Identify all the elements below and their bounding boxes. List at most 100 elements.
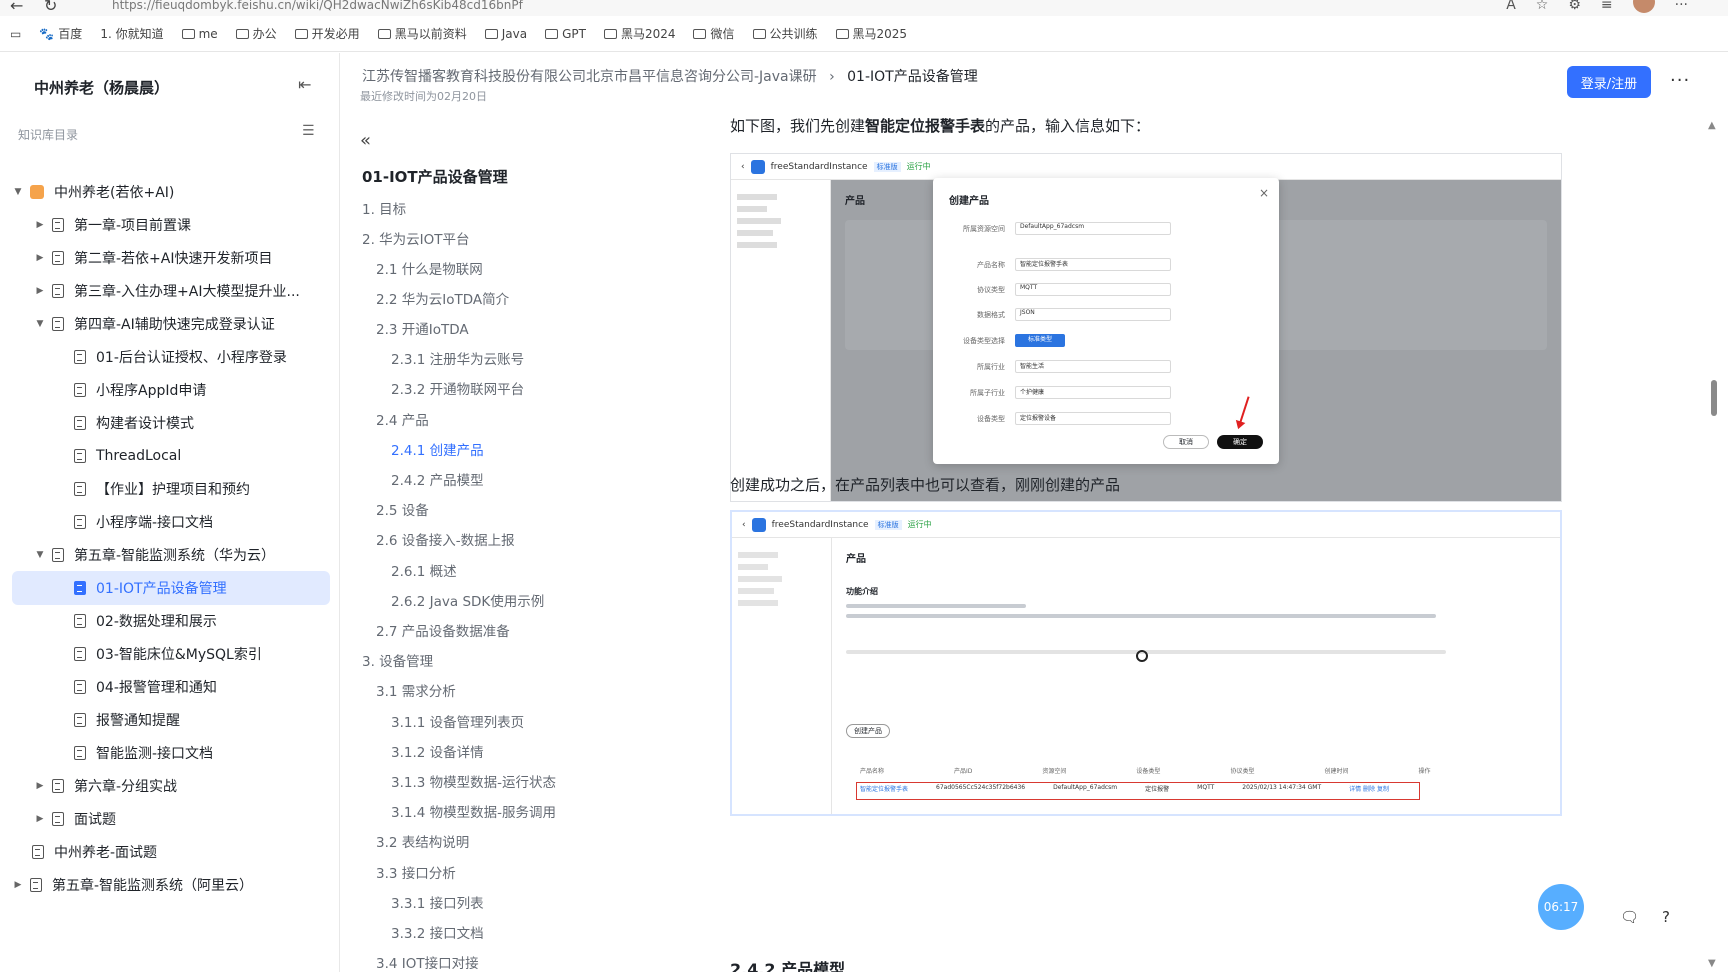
bookmark-folder[interactable]: 公共训练 xyxy=(752,25,818,42)
help-icon[interactable]: ? xyxy=(1662,908,1670,926)
bookmark-baidu[interactable]: 🐾 百度 xyxy=(39,25,82,42)
toc-item[interactable]: 2.5 设备 xyxy=(376,499,429,519)
tree-item[interactable]: ▶ 第二章-若依+AI快速开发新项目 xyxy=(12,241,330,275)
caret-right-icon[interactable]: ▶ xyxy=(34,814,46,824)
comment-icon[interactable]: 🗨 xyxy=(1620,908,1639,926)
tree-item[interactable]: ▶ 第五章-智能监测系统（阿里云） xyxy=(12,868,330,902)
tree-item[interactable]: 中州养老-面试题 xyxy=(12,835,330,869)
url-text[interactable]: https://fieuqdombyk.feishu.cn/wiki/QH2dw… xyxy=(112,0,523,12)
toc-item[interactable]: 2. 华为云IOT平台 xyxy=(362,228,470,248)
tree-item[interactable]: ThreadLocal xyxy=(12,439,330,473)
collapse-toc-icon[interactable]: « xyxy=(360,130,371,151)
folder-icon xyxy=(603,28,617,39)
caret-right-icon[interactable]: ▶ xyxy=(34,253,46,263)
tree-item[interactable]: 01-后台认证授权、小程序登录 xyxy=(12,340,330,374)
wiki-sidebar: 中州养老（杨晨晨） ⇤ 知识库目录 ☰ ▼ 中州养老(若依+AI) ▶ 第一章-项目… xyxy=(0,53,340,972)
favorites-bar-icon[interactable]: ≡ xyxy=(1601,0,1613,13)
back-icon[interactable]: ← xyxy=(10,0,23,15)
toc-item[interactable]: 3.3.2 接口文档 xyxy=(391,922,484,942)
bookmark-folder[interactable]: GPT xyxy=(545,27,586,41)
tree-item[interactable]: 【作业】护理项目和预约 xyxy=(12,472,330,506)
toc-item[interactable]: 3.2 表结构说明 xyxy=(376,831,469,851)
toc-item[interactable]: 2.3 开通IoTDA xyxy=(376,318,469,338)
tree-item[interactable]: 04-报警管理和通知 xyxy=(12,670,330,704)
tree-item[interactable]: ▶ 第三章-入住办理+AI大模型提升业... xyxy=(12,274,330,308)
folder-icon xyxy=(693,28,707,39)
caret-right-icon[interactable]: ▶ xyxy=(34,781,46,791)
collapse-sidebar-icon[interactable]: ⇤ xyxy=(298,75,311,94)
toc-item[interactable]: 2.7 产品设备数据准备 xyxy=(376,620,510,640)
caret-right-icon[interactable]: ▶ xyxy=(34,286,46,296)
bookmark-folder[interactable]: 办公 xyxy=(235,25,277,42)
tree-item[interactable]: ▼ 第五章-智能监测系统（华为云） xyxy=(12,538,330,572)
tree-item[interactable]: ▼ 第四章-AI辅助快速完成登录认证 xyxy=(12,307,330,341)
toc-item[interactable]: 3.4 IOT接口对接 xyxy=(376,952,479,972)
reload-icon[interactable]: ↻ xyxy=(44,0,57,15)
breadcrumb-parent[interactable]: 江苏传智播客教育科技股份有限公司北京市昌平信息咨询分公司-Java课研 xyxy=(362,69,817,85)
scroll-down-icon[interactable]: ▼ xyxy=(1708,958,1716,969)
product-list-screenshot[interactable]: ‹ freeStandardInstance 标准版 运行中 产品 功能介绍 创… xyxy=(730,510,1562,816)
bookmark-folder[interactable]: 微信 xyxy=(693,25,735,42)
tree-item[interactable]: 小程序AppId申请 xyxy=(12,373,330,407)
toc-item[interactable]: 3.1.2 设备详情 xyxy=(391,741,484,761)
bookmark-folder[interactable]: Java xyxy=(484,27,527,41)
toc-item[interactable]: 2.3.2 开通物联网平台 xyxy=(391,378,524,398)
toc-title[interactable]: 01-IOT产品设备管理 xyxy=(362,166,508,187)
toc-item-active[interactable]: 2.4.1 创建产品 xyxy=(391,439,484,459)
tree-item[interactable]: 小程序端-接口文档 xyxy=(12,505,330,539)
bookmark-folder[interactable]: me xyxy=(181,27,218,41)
toc-item[interactable]: 2.1 什么是物联网 xyxy=(376,258,483,278)
caret-right-icon[interactable]: ▶ xyxy=(34,220,46,230)
extensions-icon[interactable]: ⚙ xyxy=(1568,0,1581,13)
profile-avatar[interactable] xyxy=(1632,0,1655,13)
caret-down-icon[interactable]: ▼ xyxy=(34,319,46,329)
toc-item[interactable]: 2.4.2 产品模型 xyxy=(391,469,484,489)
caret-right-icon[interactable]: ▶ xyxy=(12,880,24,890)
space-title[interactable]: 中州养老（杨晨晨） xyxy=(34,77,169,98)
tab-actions-icon[interactable]: ▭ xyxy=(10,27,21,41)
tree-item[interactable]: 02-数据处理和展示 xyxy=(12,604,330,638)
tree-item[interactable]: ▶ 面试题 xyxy=(12,802,330,836)
toc-item[interactable]: 1. 目标 xyxy=(362,198,406,218)
caret-down-icon[interactable]: ▼ xyxy=(34,550,46,560)
tree-item[interactable]: ▶ 第一章-项目前置课 xyxy=(12,208,330,242)
list-view-icon[interactable]: ☰ xyxy=(302,123,315,139)
dialog-confirm-button: 确定 xyxy=(1217,435,1263,449)
tree-item[interactable]: 03-智能床位&MySQL索引 xyxy=(12,637,330,671)
toc-item[interactable]: 2.6.1 概述 xyxy=(391,560,457,580)
tree-item[interactable]: ▼ 中州养老(若依+AI) xyxy=(12,175,330,209)
bookmark-link[interactable]: 1. 你就知道 xyxy=(100,25,163,42)
toc-item[interactable]: 3.3.1 接口列表 xyxy=(391,892,484,912)
toc-item[interactable]: 2.6.2 Java SDK使用示例 xyxy=(391,590,544,610)
more-options-button[interactable]: ··· xyxy=(1670,70,1690,91)
login-register-button[interactable]: 登录/注册 xyxy=(1567,66,1651,98)
tree-item[interactable]: 报警通知提醒 xyxy=(12,703,330,737)
toc-item[interactable]: 3.1.1 设备管理列表页 xyxy=(391,711,524,731)
tree-item[interactable]: 构建者设计模式 xyxy=(12,406,330,440)
caret-down-icon[interactable]: ▼ xyxy=(12,187,24,197)
tree-item[interactable]: ▶ 第六章-分组实战 xyxy=(12,769,330,803)
toc-item[interactable]: 3.1 需求分析 xyxy=(376,680,456,700)
read-aloud-icon[interactable]: A xyxy=(1506,0,1516,13)
tree-item-current[interactable]: 01-IOT产品设备管理 xyxy=(12,571,330,605)
toc-item[interactable]: 2.6 设备接入-数据上报 xyxy=(376,529,515,549)
toc-item[interactable]: 3.1.3 物模型数据-运行状态 xyxy=(391,771,556,791)
favorite-icon[interactable]: ☆ xyxy=(1536,0,1549,13)
bookmark-folder[interactable]: 开发必用 xyxy=(294,25,360,42)
create-product-screenshot[interactable]: ‹ freeStandardInstance 标准版 运行中 产品 创建产品 ×… xyxy=(730,153,1562,502)
doc-icon xyxy=(52,284,64,298)
bookmark-folder[interactable]: 黑马2024 xyxy=(603,25,675,42)
scrollbar-thumb[interactable] xyxy=(1711,380,1717,416)
bookmark-folder[interactable]: 黑马以前资料 xyxy=(377,25,467,42)
toc-item[interactable]: 2.2 华为云IoTDA简介 xyxy=(376,288,509,308)
bookmark-folder[interactable]: 黑马2025 xyxy=(835,25,907,42)
tree-item[interactable]: 智能监测-接口文档 xyxy=(12,736,330,770)
toc-item[interactable]: 2.3.1 注册华为云账号 xyxy=(391,348,524,368)
browser-menu-icon[interactable]: ··· xyxy=(1675,0,1688,13)
timer-badge[interactable]: 06:17 xyxy=(1538,884,1584,930)
toc-item[interactable]: 2.4 产品 xyxy=(376,409,429,429)
toc-item[interactable]: 3.3 接口分析 xyxy=(376,862,456,882)
scroll-up-icon[interactable]: ▲ xyxy=(1708,120,1716,131)
toc-item[interactable]: 3.1.4 物模型数据-服务调用 xyxy=(391,801,556,821)
toc-item[interactable]: 3. 设备管理 xyxy=(362,650,433,670)
